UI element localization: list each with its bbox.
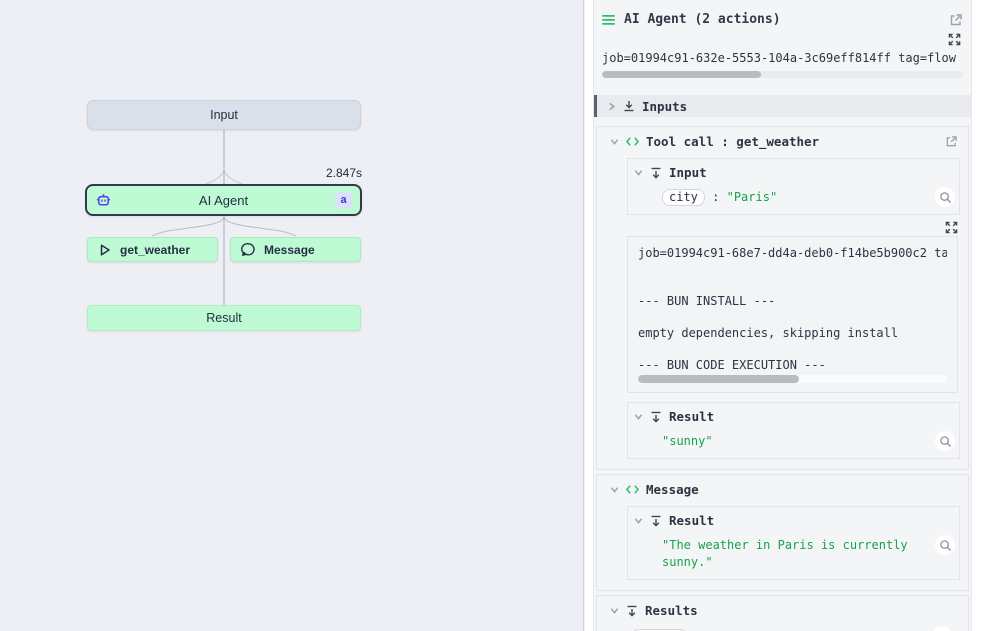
message-result-box: Result "The weather in Paris is currentl… [627, 506, 960, 580]
panel-scrollbar[interactable] [971, 0, 982, 631]
search-icon[interactable] [935, 187, 955, 207]
panel-header: AI Agent (2 actions) job=01994c91-632e-5… [594, 0, 971, 78]
message-result-label: Result [669, 513, 714, 528]
agent-duration: 2.847s [262, 166, 362, 180]
tool-call-result-header[interactable]: Result [628, 409, 959, 424]
tool-call-input-header[interactable]: Input [628, 165, 959, 180]
flow-node-ai-agent[interactable]: AI Agent a [85, 184, 362, 216]
section-results: Results output : "The weather in Paris i… [596, 595, 969, 631]
input-city-value: "Paris" [727, 190, 778, 204]
tool-job-progress-bar [638, 375, 947, 383]
play-icon [98, 243, 112, 257]
flow-node-result-label: Result [206, 311, 241, 325]
section-inputs[interactable]: Inputs [594, 95, 971, 117]
colon: : [712, 190, 726, 204]
download-icon [623, 100, 635, 112]
agent-badge: a [335, 192, 352, 209]
results-header[interactable]: Results [601, 603, 964, 618]
section-inputs-label: Inputs [642, 99, 687, 114]
search-icon[interactable] [935, 535, 955, 555]
expand-icon[interactable] [948, 33, 961, 46]
chevron-down-icon [634, 168, 643, 177]
message-label: Message [646, 482, 699, 497]
arrow-down-from-line-icon [626, 605, 638, 617]
panel-resize-gutter[interactable] [585, 0, 593, 631]
flow-node-message[interactable]: Message [230, 237, 361, 262]
message-header[interactable]: Message [601, 482, 964, 497]
flow-progress-bar [602, 71, 963, 78]
code-icon [626, 484, 639, 495]
tool-call-label: Tool call : get_weather [646, 134, 819, 149]
tool-call-input-box: Input city : "Paris" [627, 158, 960, 215]
search-icon[interactable] [935, 431, 955, 451]
flow-node-message-label: Message [264, 243, 315, 257]
flow-node-input[interactable]: Input [87, 100, 361, 130]
flow-node-get-weather-label: get_weather [120, 243, 190, 257]
section-tool-call: Tool call : get_weather [596, 126, 969, 470]
expand-icon[interactable] [945, 221, 958, 234]
flow-node-ai-agent-label: AI Agent [112, 193, 335, 208]
chevron-right-icon [607, 102, 616, 111]
app-window: Input 2.847s AI Agent a [0, 0, 982, 631]
key-pill-city: city [662, 189, 705, 206]
chevron-down-icon [610, 606, 619, 615]
tool-job-log: job=01994c91-68e7-dd4a-deb0-f14be5b900c2… [627, 236, 958, 393]
log-lines-icon [602, 14, 616, 26]
robot-icon [95, 192, 112, 209]
tool-call-result-row: "sunny" [628, 433, 959, 450]
arrow-down-from-line-icon [650, 515, 662, 527]
chevron-down-icon [634, 412, 643, 421]
section-message: Message Result [596, 474, 969, 591]
run-details-panel: AI Agent (2 actions) job=01994c91-632e-5… [593, 0, 971, 631]
flow-node-get-weather[interactable]: get_weather [87, 237, 218, 262]
tool-call-result-box: Result "sunny" [627, 402, 960, 459]
tool-call-header[interactable]: Tool call : get_weather [601, 134, 964, 149]
message-bubble-icon [241, 242, 256, 257]
chevron-down-icon [610, 485, 619, 494]
flow-node-result[interactable]: Result [87, 305, 361, 331]
arrow-down-from-line-icon [650, 411, 662, 423]
tool-job-log-text: job=01994c91-68e7-dd4a-deb0-f14be5b900c2… [638, 245, 947, 373]
panel-title: AI Agent (2 actions) [624, 12, 941, 27]
results-label: Results [645, 603, 698, 618]
tool-call-result-label: Result [669, 409, 714, 424]
message-result-header[interactable]: Result [628, 513, 959, 528]
external-link-icon[interactable] [945, 135, 958, 148]
flow-node-input-label: Input [210, 108, 238, 122]
message-result-value: "The weather in Paris is currently sunny… [662, 538, 908, 569]
flow-canvas[interactable]: Input 2.847s AI Agent a [0, 0, 584, 631]
external-link-icon[interactable] [949, 13, 963, 27]
tool-call-input-label: Input [669, 165, 707, 180]
arrow-down-from-line-icon [650, 167, 662, 179]
chevron-down-icon [634, 516, 643, 525]
flow-job-id: job=01994c91-632e-5553-104a-3c69eff814ff… [602, 51, 963, 65]
chevron-down-icon [610, 137, 619, 146]
message-result-row: "The weather in Paris is currently sunny… [628, 537, 959, 571]
input-city-row: city : "Paris" [628, 189, 959, 206]
tool-call-result-value: "sunny" [662, 434, 713, 448]
code-icon [626, 136, 639, 147]
search-icon[interactable] [932, 626, 952, 631]
